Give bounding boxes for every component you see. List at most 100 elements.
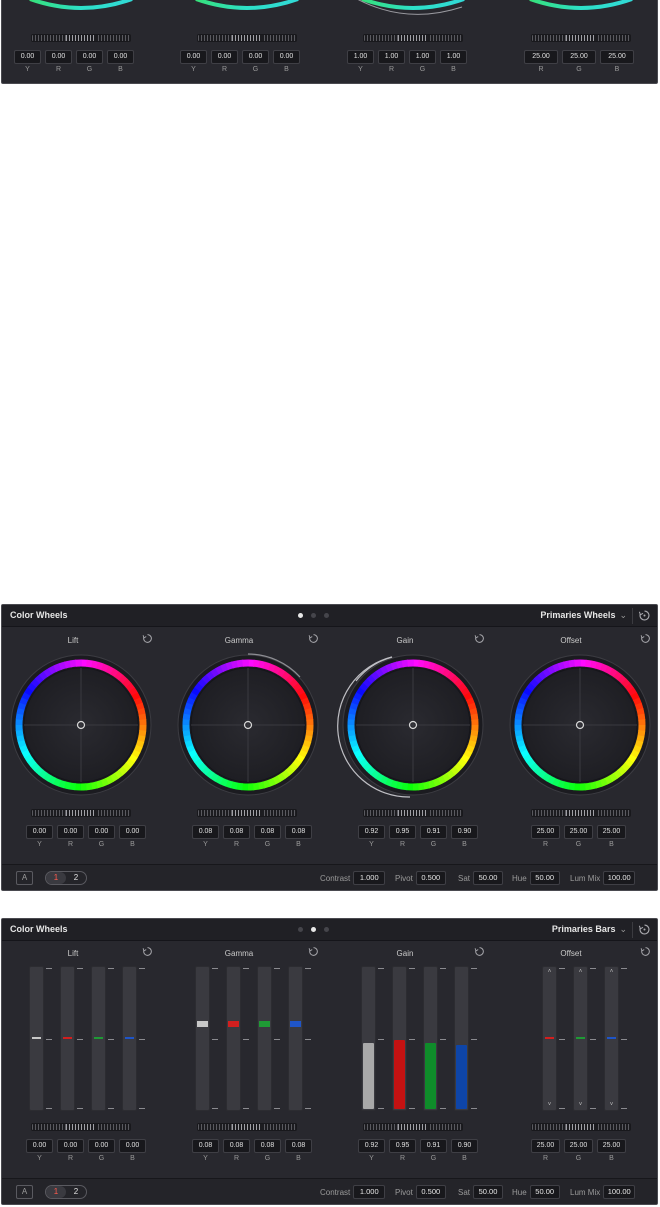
gamma-master-slider[interactable] [197, 1123, 297, 1131]
gain-master-wheel-slider[interactable] [363, 34, 463, 42]
pivot-field[interactable]: 0.500 [415, 1185, 446, 1199]
value-field[interactable]: 0.08 [254, 825, 281, 839]
value-field[interactable]: 0.00 [45, 50, 72, 64]
value-field[interactable]: 0.00 [26, 825, 53, 839]
value-field[interactable]: 0.92 [358, 825, 385, 839]
value-field[interactable]: 1.00 [409, 50, 436, 64]
lift-bar-r[interactable] [60, 966, 83, 1111]
value-field[interactable]: 25.00 [600, 50, 634, 64]
reset-icon[interactable] [474, 946, 485, 957]
value-field[interactable]: 0.00 [273, 50, 300, 64]
value-field[interactable]: 0.00 [88, 1139, 115, 1153]
page-dot[interactable] [298, 927, 303, 932]
gamma-bar-y[interactable] [195, 966, 218, 1111]
offset-bar-g[interactable]: ˄ ˅ [573, 966, 596, 1111]
reset-icon[interactable] [142, 946, 153, 957]
offset-bar-r[interactable]: ˄ ˅ [542, 966, 565, 1111]
color-wheel[interactable] [10, 654, 152, 796]
value-field[interactable]: 0.00 [107, 50, 134, 64]
value-field[interactable]: 0.08 [223, 1139, 250, 1153]
value-field[interactable]: 0.91 [420, 1139, 447, 1153]
value-field[interactable]: 0.08 [192, 825, 219, 839]
color-wheel[interactable] [177, 654, 319, 796]
hue-field[interactable]: 50.00 [529, 871, 560, 885]
value-field[interactable]: 0.91 [420, 825, 447, 839]
reset-icon[interactable] [640, 946, 651, 957]
value-field[interactable]: 0.00 [14, 50, 41, 64]
gain-master-wheel-slider[interactable] [363, 809, 463, 817]
gain-bar-g[interactable] [423, 966, 446, 1111]
sat-field[interactable]: 50.00 [473, 871, 504, 885]
page-dot[interactable] [324, 613, 329, 618]
value-field[interactable]: 1.00 [440, 50, 467, 64]
offset-master-slider[interactable] [531, 1123, 631, 1131]
value-field[interactable]: 0.95 [389, 1139, 416, 1153]
gamma-bar-b[interactable] [288, 966, 311, 1111]
mode-a-button[interactable]: A [16, 871, 33, 885]
mode-dropdown[interactable]: Primaries Bars ⌄ [552, 924, 627, 935]
gamma-bar-g[interactable] [257, 966, 280, 1111]
lift-bar-g[interactable] [91, 966, 114, 1111]
page-dot[interactable] [324, 927, 329, 932]
page-2-button[interactable]: 2 [66, 1186, 86, 1198]
page-dot[interactable] [311, 613, 316, 618]
value-field[interactable]: 25.00 [597, 1139, 626, 1153]
offset-master-wheel-slider[interactable] [531, 34, 631, 42]
value-field[interactable]: 0.90 [451, 825, 478, 839]
value-field[interactable]: 0.08 [285, 1139, 312, 1153]
lift-master-wheel-slider[interactable] [31, 34, 131, 42]
color-wheel[interactable] [342, 654, 484, 796]
value-field[interactable]: 0.00 [57, 1139, 84, 1153]
page-dot[interactable] [298, 613, 303, 618]
value-field[interactable]: 0.00 [26, 1139, 53, 1153]
reset-icon[interactable] [308, 946, 319, 957]
contrast-field[interactable]: 1.000 [353, 1185, 386, 1199]
value-field[interactable]: 0.00 [119, 1139, 146, 1153]
value-field[interactable]: 25.00 [564, 1139, 593, 1153]
gain-bar-y[interactable] [361, 966, 384, 1111]
value-field[interactable]: 0.00 [76, 50, 103, 64]
color-wheel[interactable] [509, 654, 651, 796]
gain-bar-r[interactable] [392, 966, 415, 1111]
sat-field[interactable]: 50.00 [473, 1185, 504, 1199]
pivot-field[interactable]: 0.500 [415, 871, 446, 885]
value-field[interactable]: 0.00 [119, 825, 146, 839]
hue-field[interactable]: 50.00 [529, 1185, 560, 1199]
lift-master-wheel-slider[interactable] [31, 809, 131, 817]
gamma-master-wheel-slider[interactable] [197, 34, 297, 42]
value-field[interactable]: 0.08 [254, 1139, 281, 1153]
lift-master-slider[interactable] [31, 1123, 131, 1131]
reset-icon[interactable] [640, 633, 651, 644]
mode-a-button[interactable]: A [16, 1185, 33, 1199]
gain-master-slider[interactable] [363, 1123, 463, 1131]
page-1-button[interactable]: 1 [46, 872, 66, 884]
value-field[interactable]: 25.00 [531, 1139, 560, 1153]
value-field[interactable]: 0.00 [57, 825, 84, 839]
page-1-button[interactable]: 1 [46, 1186, 66, 1198]
value-field[interactable]: 25.00 [564, 825, 593, 839]
page-2-button[interactable]: 2 [66, 872, 86, 884]
mode-dropdown[interactable]: Primaries Wheels ⌄ [540, 610, 627, 621]
value-field[interactable]: 25.00 [597, 825, 626, 839]
gain-bar-b[interactable] [454, 966, 477, 1111]
lum-mix-field[interactable]: 100.00 [603, 871, 636, 885]
value-field[interactable]: 1.00 [347, 50, 374, 64]
gamma-master-wheel-slider[interactable] [197, 809, 297, 817]
offset-bar-b[interactable]: ˄ ˅ [604, 966, 627, 1111]
value-field[interactable]: 0.08 [192, 1139, 219, 1153]
page-dot[interactable] [311, 927, 316, 932]
offset-master-wheel-slider[interactable] [531, 809, 631, 817]
value-field[interactable]: 25.00 [531, 825, 560, 839]
reset-icon[interactable] [142, 633, 153, 644]
value-field[interactable]: 0.92 [358, 1139, 385, 1153]
lift-bar-b[interactable] [122, 966, 145, 1111]
reset-all-icon[interactable] [638, 609, 651, 622]
value-field[interactable]: 0.00 [242, 50, 269, 64]
value-field[interactable]: 0.00 [180, 50, 207, 64]
value-field[interactable]: 0.00 [211, 50, 238, 64]
reset-icon[interactable] [308, 633, 319, 644]
gamma-bar-r[interactable] [226, 966, 249, 1111]
lum-mix-field[interactable]: 100.00 [603, 1185, 636, 1199]
reset-all-icon[interactable] [638, 923, 651, 936]
lift-bar-y[interactable] [29, 966, 52, 1111]
